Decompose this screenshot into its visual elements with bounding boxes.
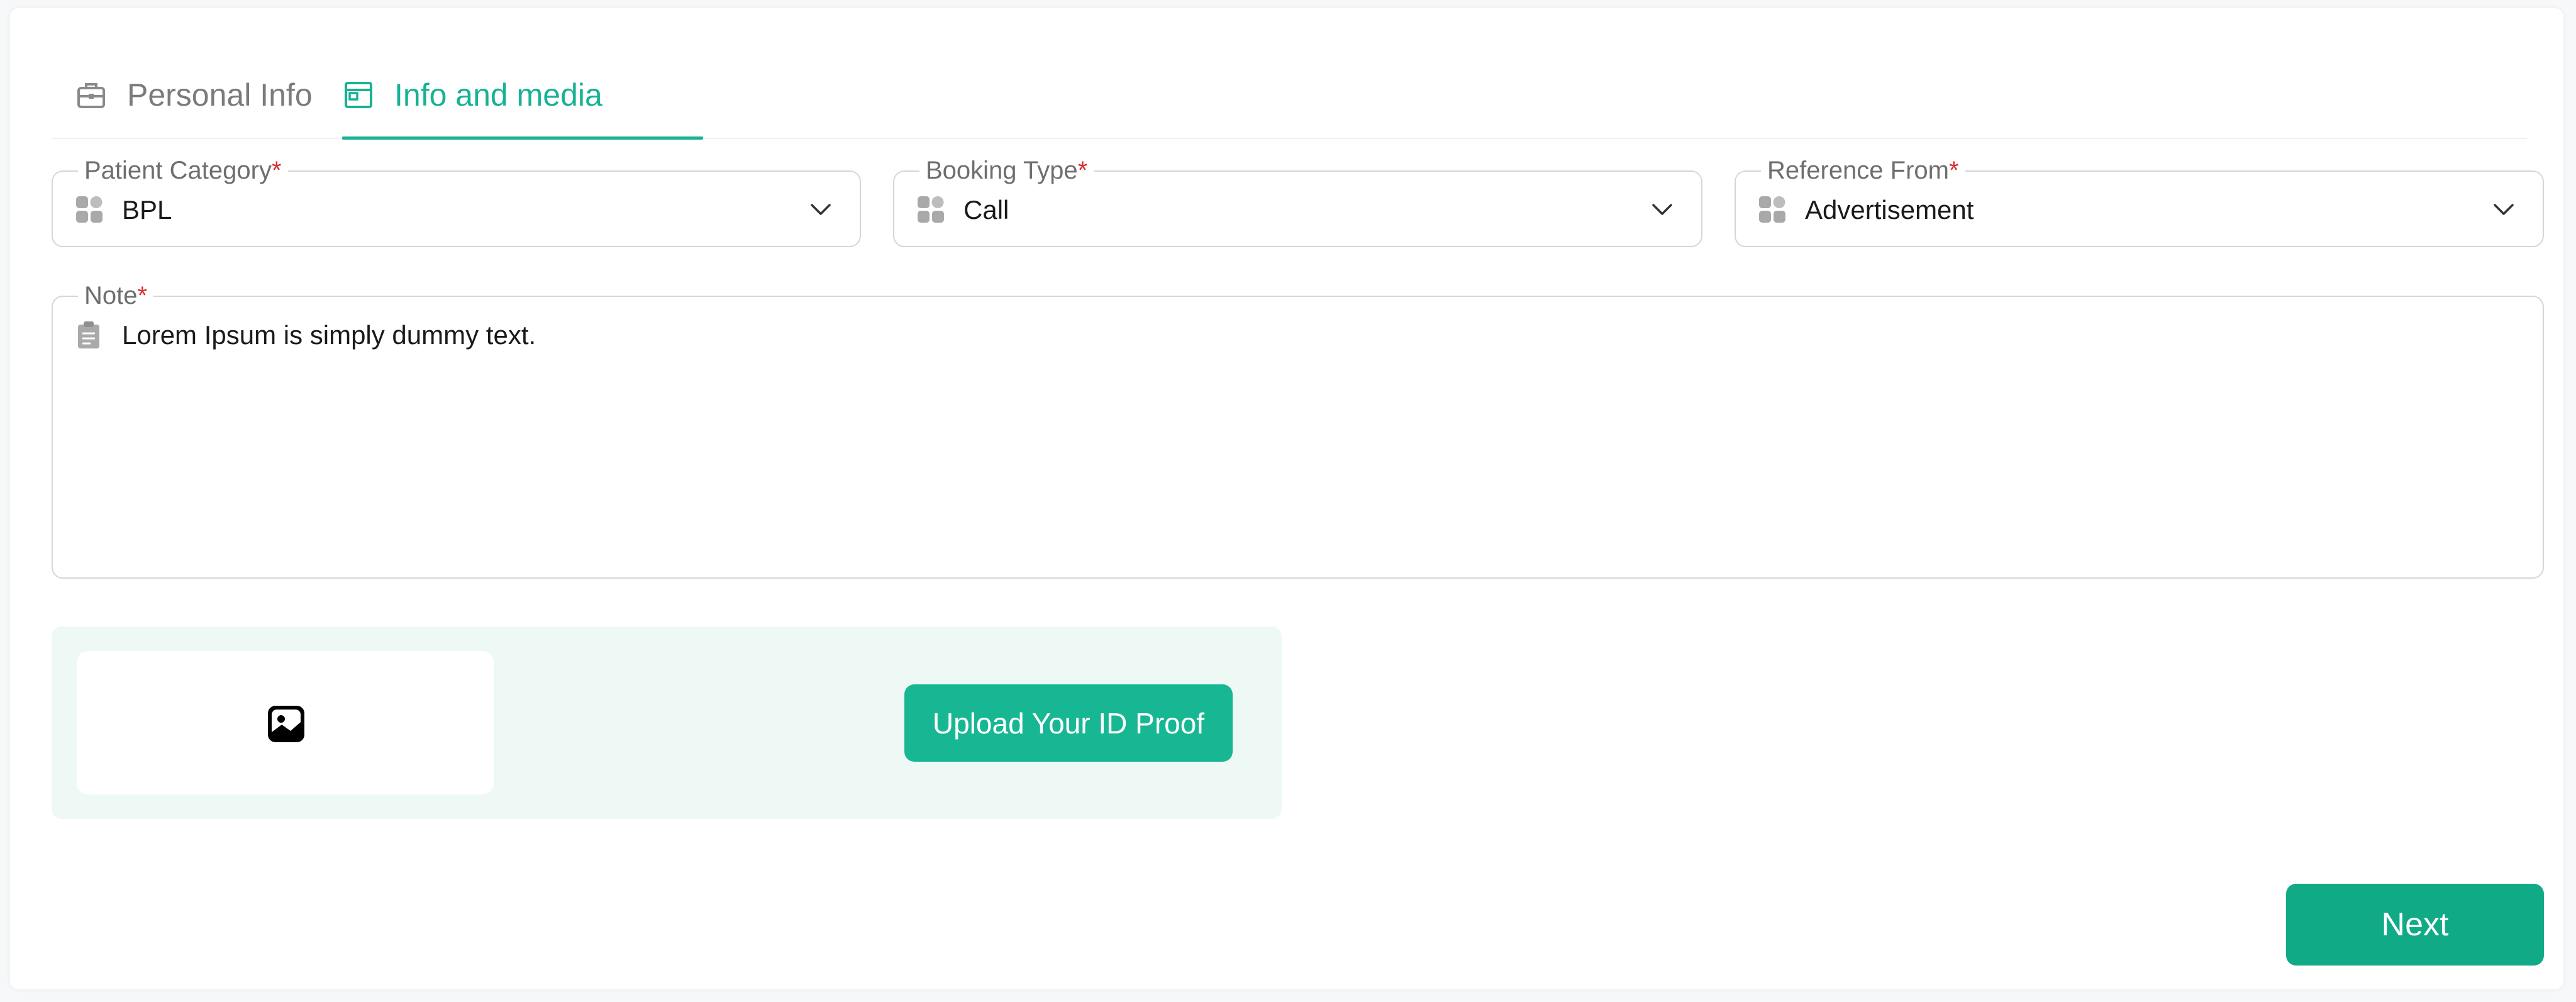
- required-asterisk: *: [137, 282, 148, 309]
- tab-label: Personal Info: [127, 77, 313, 113]
- tab-label: Info and media: [394, 77, 602, 113]
- reference-from-value: Advertisement: [1805, 195, 1974, 225]
- note-textarea[interactable]: Note* Lorem Ipsum is simply dummy text.: [52, 281, 2544, 579]
- required-asterisk: *: [271, 157, 282, 184]
- clipboard-icon: [78, 321, 99, 348]
- note-value: Lorem Ipsum is simply dummy text.: [122, 320, 536, 350]
- chevron-down-icon[interactable]: [2490, 196, 2518, 223]
- upload-id-proof-button[interactable]: Upload Your ID Proof: [904, 684, 1233, 762]
- grid-icon: [1759, 196, 1785, 223]
- tab-info-and-media[interactable]: Info and media: [341, 52, 602, 138]
- booking-type-label: Booking Type*: [919, 155, 1094, 186]
- id-proof-upload-panel: Upload Your ID Proof: [52, 626, 1282, 819]
- grid-icon: [918, 196, 944, 223]
- reference-from-label: Reference From*: [1761, 155, 1965, 186]
- tab-bar: Personal Info Info and media: [52, 52, 2527, 140]
- reference-from-select[interactable]: Reference From* Advertisement: [1735, 155, 2544, 247]
- active-tab-indicator: [342, 136, 703, 140]
- patient-category-label: Patient Category*: [78, 155, 288, 186]
- next-button[interactable]: Next: [2286, 884, 2544, 966]
- grid-icon: [76, 196, 103, 223]
- window-icon: [341, 78, 375, 112]
- chevron-down-icon[interactable]: [807, 196, 835, 223]
- required-asterisk: *: [1948, 157, 1959, 184]
- tab-personal-info[interactable]: Personal Info: [74, 52, 313, 138]
- image-icon: [268, 706, 304, 742]
- briefcase-icon: [74, 78, 108, 112]
- chevron-down-icon[interactable]: [1648, 196, 1676, 223]
- booking-type-value: Call: [963, 195, 1009, 225]
- form-card: Personal Info Info and media Patient Cat…: [10, 8, 2563, 989]
- note-label: Note*: [78, 281, 154, 311]
- booking-type-select[interactable]: Booking Type* Call: [893, 155, 1702, 247]
- id-proof-preview[interactable]: [77, 651, 494, 794]
- patient-category-value: BPL: [122, 195, 172, 225]
- patient-category-select[interactable]: Patient Category* BPL: [52, 155, 861, 247]
- required-asterisk: *: [1077, 157, 1088, 184]
